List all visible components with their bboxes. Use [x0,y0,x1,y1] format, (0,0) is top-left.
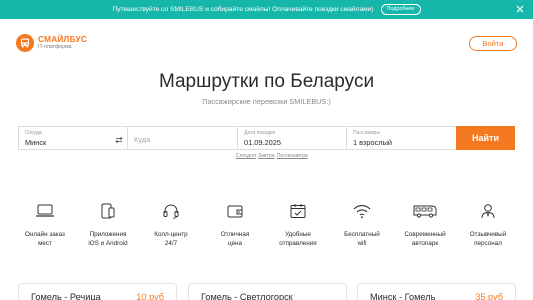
feature-line: цена [227,240,243,247]
feature-line: Колл-центр [154,231,188,238]
logo-subtitle: IT-платформа [38,44,72,50]
date-value: 01.09.2025 [244,138,281,147]
feature-price: Отличная цена [203,203,267,248]
route-name: Гомель - Светлогорск [201,292,293,300]
route-name: Гомель - Речица [31,292,101,300]
page-subtitle: Пассажирские перевозки SMILEBUS:) [202,97,331,106]
route-price: 35 руб [475,292,503,300]
from-field[interactable]: Откуда Минск [19,127,128,149]
bus-logo-icon [16,34,34,52]
logo[interactable]: СМАЙЛБУС IT-платформа [16,34,87,52]
swap-icon[interactable] [115,136,123,144]
close-icon[interactable] [515,4,525,14]
route-price: 10 руб [136,292,164,300]
feature-line: 24/7 [164,240,178,247]
find-button[interactable]: Найти [456,126,515,150]
feature-line: iOS и Android [88,240,128,247]
from-label: Откуда [25,130,42,136]
date-field[interactable]: Дата поездки 01.09.2025 [238,127,347,149]
date-label: Дата поездки [244,130,276,136]
feature-wifi: Бесплатный wifi [330,203,394,248]
feature-line: Бесплатный [344,231,380,238]
tomorrow-link[interactable]: Завтра [258,153,275,159]
feature-line: автопарк [411,240,439,247]
laptop-icon [36,204,54,217]
route-card[interactable]: Гомель - Светлогорск [188,283,347,300]
headset-icon [163,204,179,219]
today-link[interactable]: Сегодня [236,153,256,159]
login-button[interactable]: Войти [469,36,517,51]
feature-departures: Удобные отправления [266,203,330,248]
promo-text: Путешествуйте со SMILEBUS и собирайте см… [112,6,374,13]
passengers-value: 1 взрослый [353,138,393,147]
feature-line: Современный [404,231,446,238]
mobile-app-icon [101,203,115,219]
route-card[interactable]: Минск - Гомель 35 руб [357,283,516,300]
route-card[interactable]: Гомель - Речица 10 руб [18,283,177,300]
from-value: Минск [25,138,47,147]
feature-line: Отзывчивый [469,231,507,238]
promo-bar: Путешествуйте со SMILEBUS и собирайте см… [0,0,533,19]
search-form: Откуда Минск Куда Дата поездки 01.09.202… [18,126,515,150]
passengers-label: Пассажиры [353,130,381,136]
feature-line: Удобные [285,231,311,238]
wallet-icon [227,205,243,218]
feature-staff: Отзывчивый персонал [456,203,520,248]
route-name: Минск - Гомель [370,292,436,300]
calendar-check-icon [290,204,306,218]
staff-icon [481,204,495,219]
passengers-field[interactable]: Пассажиры 1 взрослый [347,127,456,149]
feature-apps: Приложения iOS и Android [76,203,140,248]
feature-online-booking: Онлайн заказ мест [13,203,77,248]
to-field[interactable]: Куда [128,127,238,149]
to-placeholder: Куда [134,135,151,144]
wifi-icon [353,205,371,219]
feature-line: отправления [279,240,317,247]
feature-fleet: Современный автопарк [393,203,457,248]
feature-line: Приложения [89,231,127,238]
bus-icon [413,205,437,218]
logo-name: СМАЙЛБУС [38,34,88,44]
page-title: Маршрутки по Беларуси [158,71,375,92]
feature-line: wifi [357,240,367,247]
quick-date-links: Сегодня Завтра Послезавтра [236,153,308,159]
promo-details-button[interactable]: Подробнее [380,4,421,15]
feature-line: персонал [474,240,502,247]
feature-line: Отличная [220,231,250,238]
feature-call-center: Колл-центр 24/7 [139,203,203,248]
feature-line: мест [38,240,52,247]
feature-line: Онлайн заказ [25,231,65,238]
features-list: Онлайн заказ мест Приложения iOS и Android… [18,203,515,253]
day-after-tomorrow-link[interactable]: Послезавтра [277,153,308,159]
